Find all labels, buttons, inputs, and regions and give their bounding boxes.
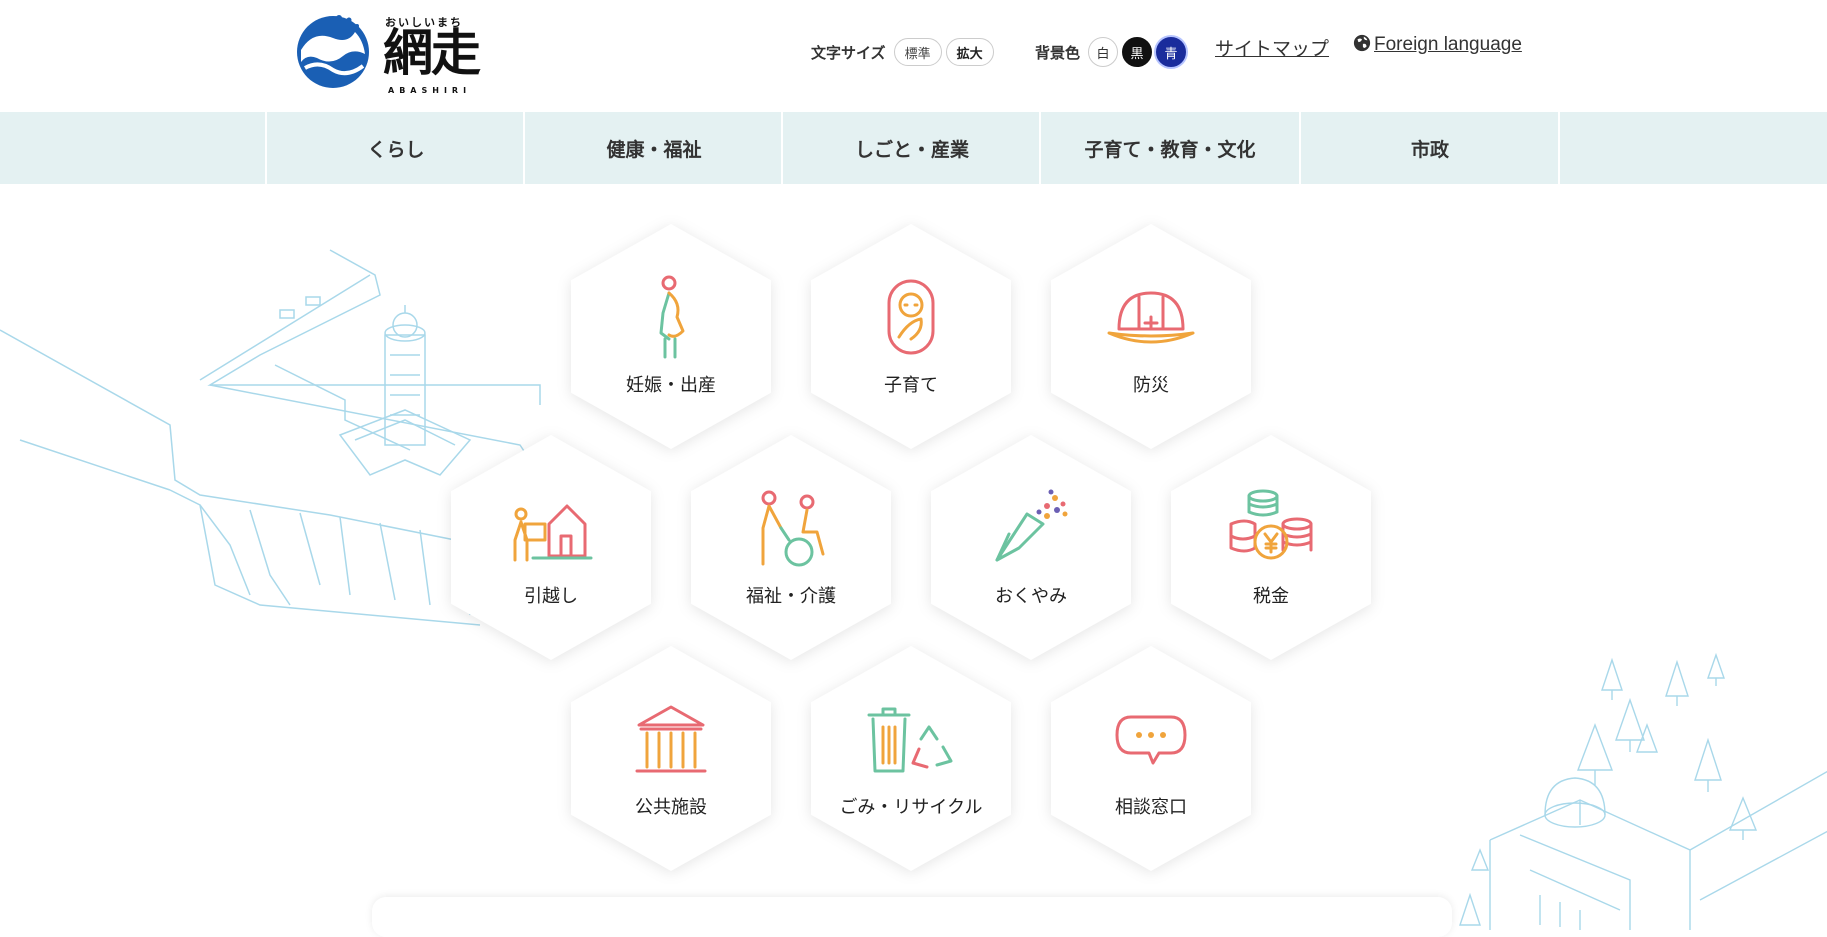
tile-moving[interactable]: 引越し <box>451 435 651 660</box>
wave-logo-icon <box>297 15 369 88</box>
font-size-large-button[interactable]: 拡大 <box>945 38 994 66</box>
tile-label: 福祉・介護 <box>746 585 836 607</box>
tile-label: おくやみ <box>995 585 1067 607</box>
foreign-language-label: Foreign language <box>1374 34 1522 55</box>
nav-item-childcare-education[interactable]: 子育て・教育・文化 <box>1039 112 1299 184</box>
tile-label: 税金 <box>1253 585 1289 607</box>
font-size-switcher: 文字サイズ 標準 拡大 <box>811 38 998 66</box>
font-size-standard-button[interactable]: 標準 <box>893 38 942 66</box>
moving-icon <box>513 504 593 561</box>
tile-label: ごみ・リサイクル <box>839 796 983 818</box>
tile-pregnancy[interactable]: 妊娠・出産 <box>571 224 771 449</box>
nav-item-work-industry[interactable]: しごと・産業 <box>781 112 1041 184</box>
logo-title: 網走 <box>383 24 481 82</box>
coins-yen-icon <box>1229 489 1313 559</box>
tile-garbage-recycle[interactable]: ごみ・リサイクル <box>811 646 1011 871</box>
tile-taxes[interactable]: 税金 <box>1171 435 1371 660</box>
font-size-label: 文字サイズ <box>811 43 886 62</box>
tile-condolences[interactable]: おくやみ <box>931 435 1131 660</box>
bg-white-button[interactable]: 白 <box>1088 37 1119 67</box>
globe-icon <box>1353 34 1371 52</box>
bg-black-button[interactable]: 黒 <box>1122 37 1153 67</box>
global-nav: くらし 健康・福祉 しごと・産業 子育て・教育・文化 市政 <box>0 112 1827 184</box>
foreign-language-link[interactable]: Foreign language <box>1353 34 1522 56</box>
pregnancy-icon <box>659 275 685 358</box>
nav-item-living[interactable]: くらし <box>265 112 525 184</box>
tile-label: 引越し <box>524 585 578 607</box>
nav-item-city-government[interactable]: 市政 <box>1299 112 1559 184</box>
tile-disaster-prevention[interactable]: 防災 <box>1051 224 1251 449</box>
wheelchair-care-icon <box>761 490 825 566</box>
helmet-icon <box>1107 291 1195 343</box>
site-header: おいしいまち 網走 ABASHIRI 文字サイズ 標準 拡大 背景色 白 黒 青… <box>0 0 1827 112</box>
trash-recycle-icon <box>867 707 953 772</box>
bg-blue-button[interactable]: 青 <box>1156 37 1187 67</box>
tile-label: 妊娠・出産 <box>626 374 716 396</box>
public-building-icon <box>635 705 707 772</box>
tile-label: 相談窓口 <box>1115 796 1187 818</box>
chat-bubble-icon <box>1115 715 1187 764</box>
tile-childcare[interactable]: 子育て <box>811 224 1011 449</box>
sitemap-link[interactable]: サイトマップ <box>1215 34 1329 61</box>
nav-divider <box>1558 112 1560 184</box>
baby-icon <box>887 279 935 354</box>
nav-item-health-welfare[interactable]: 健康・福祉 <box>523 112 783 184</box>
content-panel-top-edge <box>372 897 1452 937</box>
building-trees-illustration <box>1459 652 1827 930</box>
bg-color-label: 背景色 <box>1035 43 1081 62</box>
logo-roman: ABASHIRI <box>388 86 472 95</box>
bg-color-switcher: 背景色 白 黒 青 <box>1035 37 1190 67</box>
tile-public-facilities[interactable]: 公共施設 <box>571 646 771 871</box>
tile-label: 公共施設 <box>635 796 707 818</box>
tile-label: 子育て <box>884 374 938 396</box>
tile-label: 防災 <box>1133 374 1169 396</box>
site-logo[interactable]: おいしいまち 網走 ABASHIRI <box>293 10 493 95</box>
tile-welfare-care[interactable]: 福祉・介護 <box>691 435 891 660</box>
tile-consultation[interactable]: 相談窓口 <box>1051 646 1251 871</box>
flower-bouquet-icon <box>995 489 1068 561</box>
